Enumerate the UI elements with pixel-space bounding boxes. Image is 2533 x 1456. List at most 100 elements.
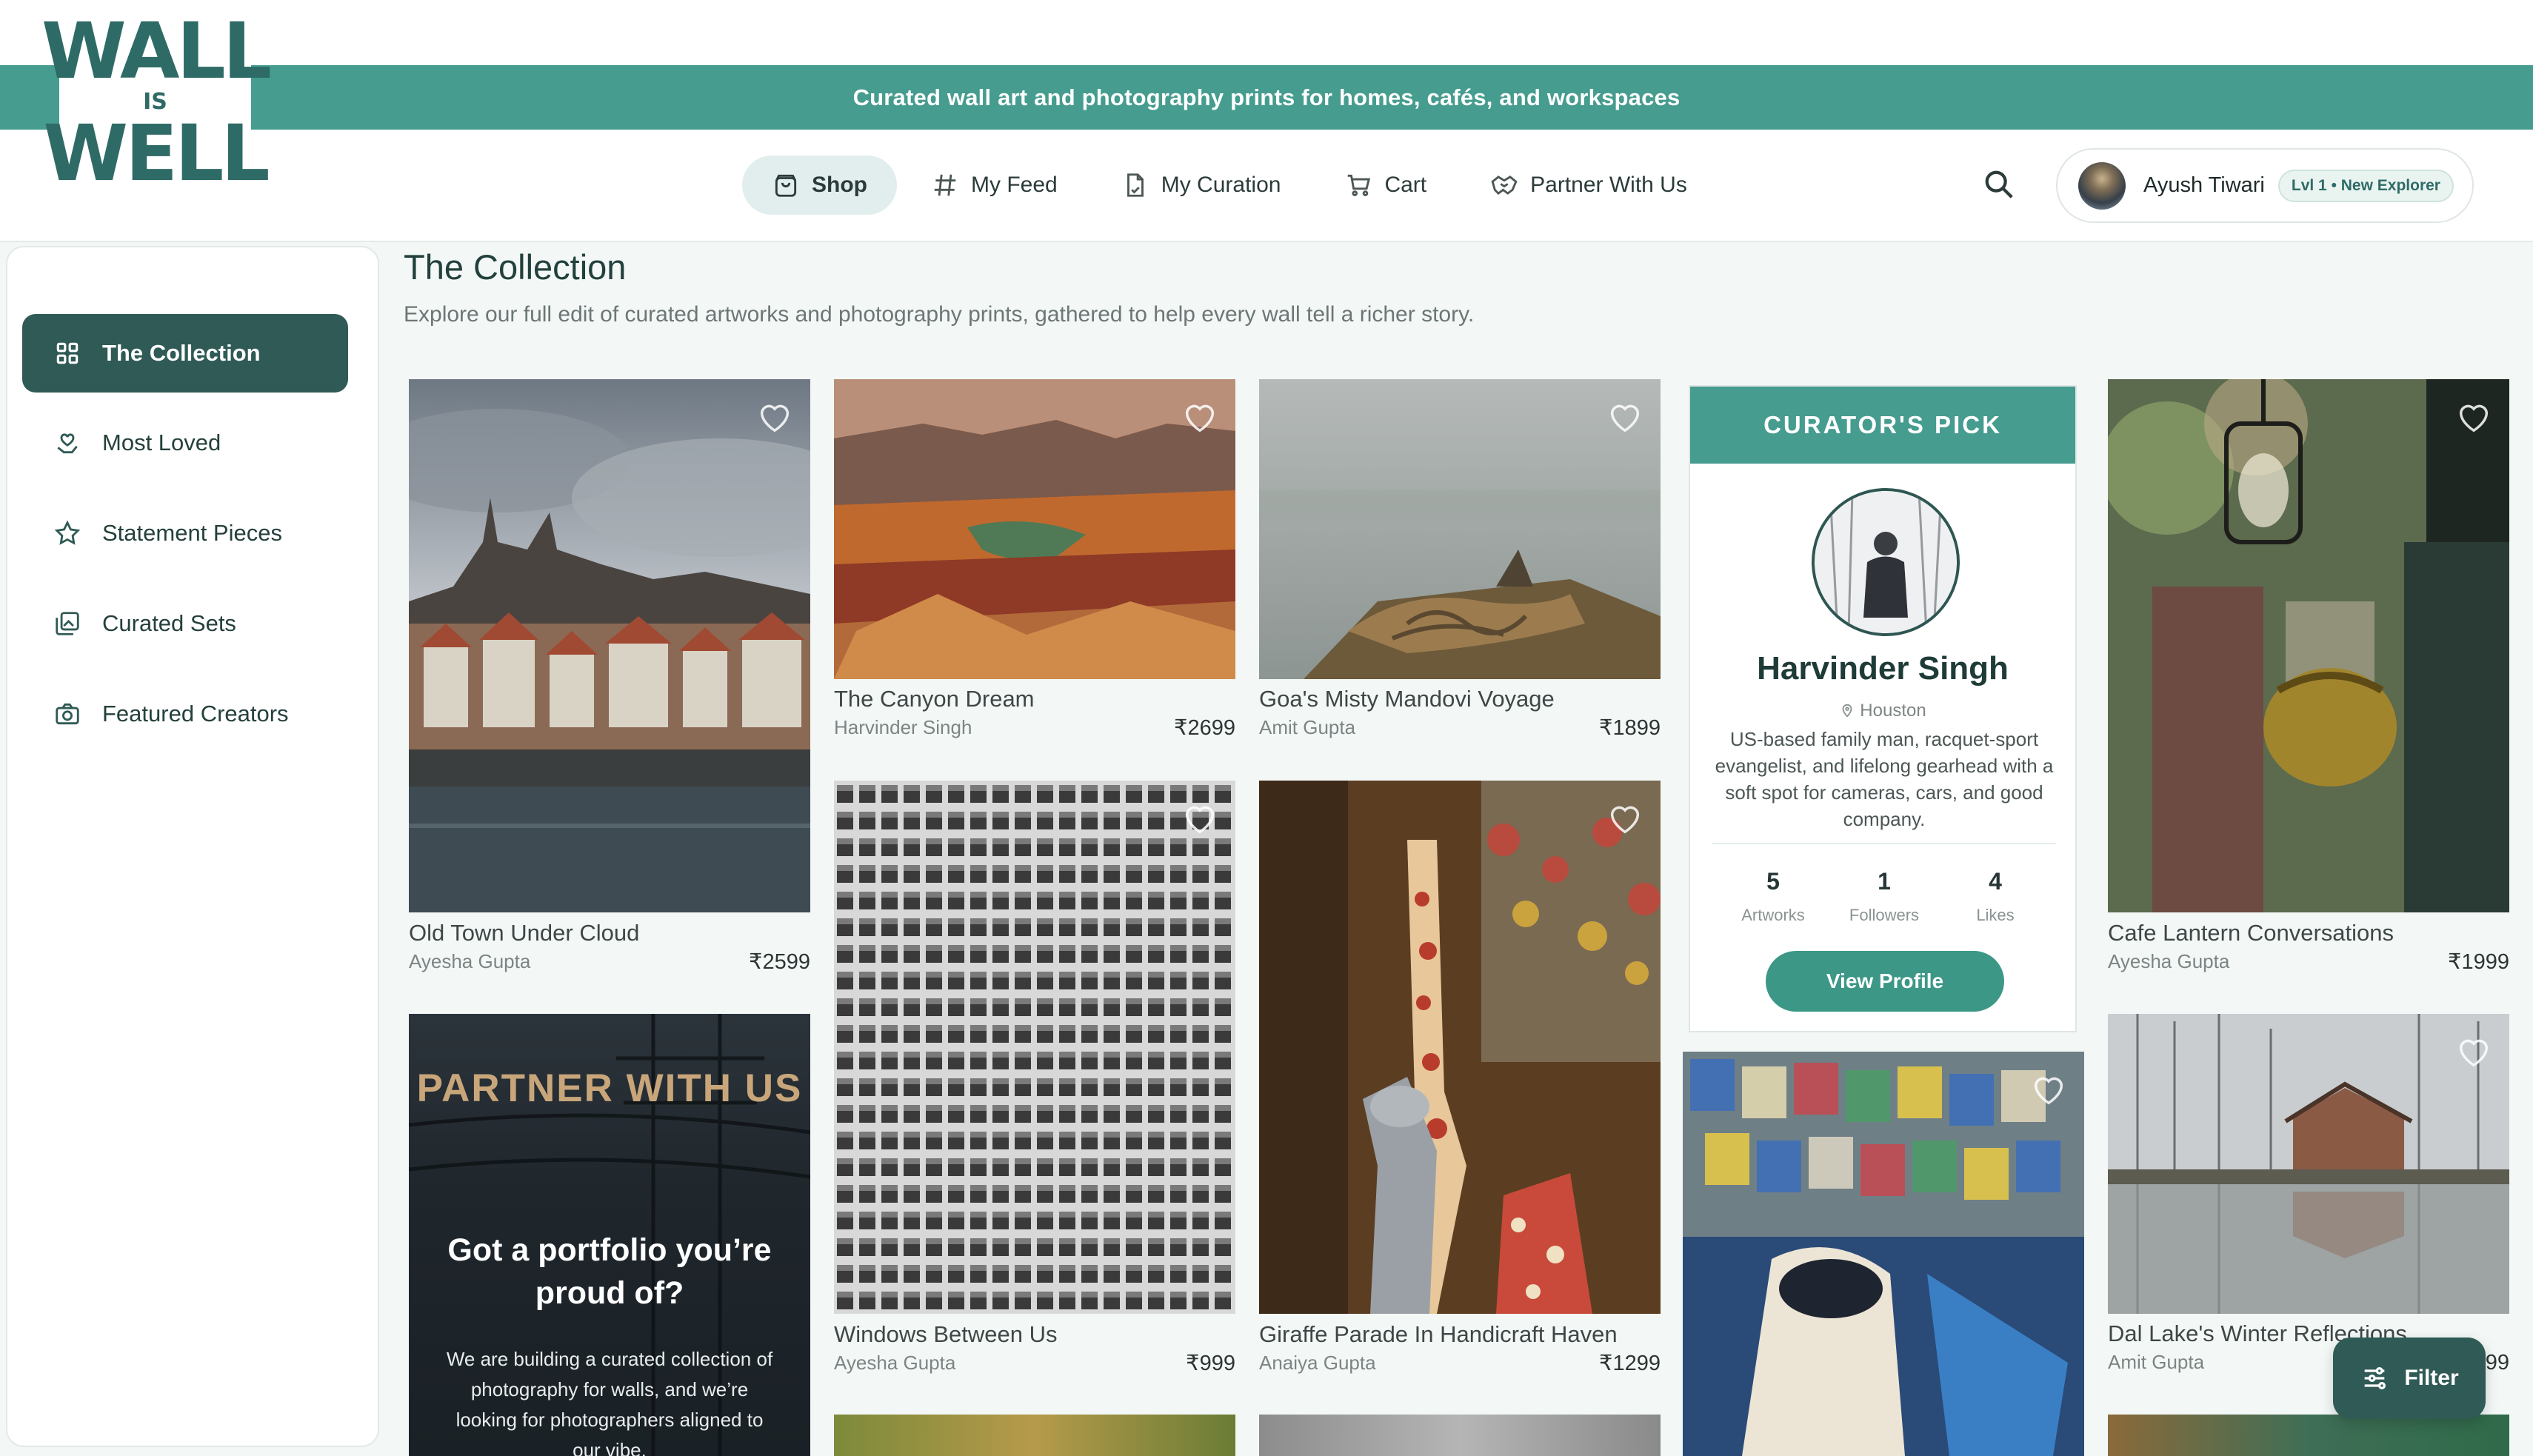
sidebar-item-label: Curated Sets bbox=[102, 610, 236, 636]
logo[interactable]: WALL IS WELL bbox=[41, 0, 272, 204]
logo-word-well: WELL bbox=[43, 107, 270, 198]
artwork-card[interactable]: Cafe Lantern Conversations Ayesha Gupta … bbox=[2108, 379, 2509, 979]
banner-text: Curated wall art and photography prints … bbox=[852, 84, 1681, 110]
artwork-price: ₹999 bbox=[1186, 1352, 1235, 1375]
sidebar-item-label: Statement Pieces bbox=[102, 520, 282, 546]
curator-photo bbox=[1815, 492, 1956, 632]
artwork-title: The Canyon Dream bbox=[834, 686, 1035, 712]
promo-banner: Curated wall art and photography prints … bbox=[0, 65, 2533, 130]
nav-label: Partner With Us bbox=[1530, 173, 1687, 197]
artwork-image[interactable] bbox=[834, 781, 1235, 1314]
curator-pick-heading: CURATOR'S PICK bbox=[1690, 387, 2075, 464]
nav-label: My Curation bbox=[1161, 173, 1281, 197]
shopping-bag-icon bbox=[775, 174, 797, 197]
nav-my-feed[interactable]: My Feed bbox=[901, 156, 1087, 215]
sidebar-item-most-loved[interactable]: Most Loved bbox=[22, 404, 394, 482]
camera-icon bbox=[56, 703, 79, 725]
artwork-card[interactable]: Giraffe Parade In Handicraft Haven Anaiy… bbox=[1259, 781, 1661, 1380]
artwork-author: Harvinder Singh bbox=[834, 716, 972, 738]
curator-pick-card: CURATOR'S PICK Harvinder Singh Houston U… bbox=[1689, 385, 2077, 1032]
divider bbox=[1712, 843, 2056, 844]
artwork-image[interactable] bbox=[834, 379, 1235, 679]
sidebar-item-the-collection[interactable]: The Collection bbox=[22, 314, 348, 393]
artwork-author: Amit Gupta bbox=[1259, 716, 1356, 738]
artwork-image[interactable] bbox=[1259, 379, 1661, 679]
artwork-image[interactable] bbox=[2108, 1415, 2509, 1456]
heart-icon[interactable] bbox=[2454, 1033, 2493, 1072]
mandovi-photo bbox=[1259, 379, 1661, 679]
stat-label: Likes bbox=[1976, 906, 2015, 924]
artwork-card[interactable] bbox=[834, 1415, 1235, 1456]
user-menu[interactable]: Ayush Tiwari Lvl 1 • New Explorer bbox=[2056, 148, 2474, 223]
filter-button[interactable]: Filter bbox=[2333, 1338, 2486, 1419]
search-icon[interactable] bbox=[1982, 167, 2016, 201]
windows-photo bbox=[834, 781, 1235, 1314]
artwork-image[interactable] bbox=[1259, 1415, 1661, 1456]
heart-icon[interactable] bbox=[2454, 398, 2493, 437]
artwork-image[interactable] bbox=[1683, 1052, 2084, 1456]
artwork-card[interactable]: The Canyon Dream Harvinder Singh ₹2699 bbox=[834, 379, 1235, 742]
prague-photo bbox=[409, 379, 810, 912]
nav-cart[interactable]: Cart bbox=[1315, 156, 1456, 215]
stat-likes: 4 Likes bbox=[1947, 868, 2043, 925]
stat-value: 5 bbox=[1766, 868, 1780, 895]
artwork-author: Ayesha Gupta bbox=[2108, 950, 2230, 972]
partner-card[interactable]: PARTNER WITH US Got a portfolio you’re p… bbox=[409, 1014, 810, 1456]
artwork-author: Amit Gupta bbox=[2108, 1351, 2205, 1373]
artwork-card[interactable] bbox=[1259, 1415, 1661, 1456]
level-badge: Lvl 1 • New Explorer bbox=[2277, 169, 2454, 202]
stat-value: 1 bbox=[1878, 868, 1891, 895]
artwork-image[interactable] bbox=[2108, 1014, 2509, 1314]
artwork-card[interactable] bbox=[2108, 1415, 2509, 1456]
sidebar-item-label: The Collection bbox=[102, 340, 261, 366]
stat-value: 4 bbox=[1989, 868, 2002, 895]
partner-heading: Got a portfolio you’re proud of? bbox=[447, 1232, 772, 1311]
artwork-image[interactable] bbox=[834, 1415, 1235, 1456]
dal-lake-photo bbox=[2108, 1014, 2509, 1314]
view-profile-button[interactable]: View Profile bbox=[1766, 951, 2004, 1012]
artwork-card[interactable]: Old Town Under Cloud Ayesha Gupta ₹2599 bbox=[409, 379, 810, 979]
artwork-card[interactable]: Dal Lake's Winter Reflections Amit Gupta… bbox=[2108, 1014, 2509, 1377]
app-root: Curated wall art and photography prints … bbox=[0, 0, 2533, 1456]
artwork-price: ₹1899 bbox=[1599, 716, 1661, 740]
sidebar-item-statement-pieces[interactable]: Statement Pieces bbox=[22, 494, 394, 572]
nav-partner[interactable]: Partner With Us bbox=[1461, 156, 1717, 215]
sidebar-item-label: Featured Creators bbox=[102, 701, 289, 727]
sidebar-item-curated-sets[interactable]: Curated Sets bbox=[22, 584, 394, 663]
lantern-photo bbox=[2108, 379, 2509, 912]
artwork-card[interactable]: Windows Between Us Ayesha Gupta ₹999 bbox=[834, 781, 1235, 1380]
curator-bio: US-based family man, racquet-sport evang… bbox=[1715, 728, 2054, 830]
sidebar-item-label: Most Loved bbox=[102, 430, 221, 455]
artwork-title: Windows Between Us bbox=[834, 1321, 1058, 1347]
artwork-price: ₹1999 bbox=[2448, 950, 2509, 974]
page-title: The Collection bbox=[404, 247, 627, 287]
partner-title: PARTNER WITH US bbox=[416, 1066, 803, 1110]
artwork-price: ₹2599 bbox=[749, 950, 810, 974]
artwork-image[interactable] bbox=[409, 379, 810, 912]
curator-location: Houston bbox=[1690, 701, 2075, 721]
top-strip bbox=[0, 0, 2533, 65]
gallery-icon bbox=[56, 612, 79, 635]
artwork-author: Ayesha Gupta bbox=[409, 950, 531, 972]
artwork-card[interactable]: Goa's Misty Mandovi Voyage Amit Gupta ₹1… bbox=[1259, 379, 1661, 742]
artwork-author: Ayesha Gupta bbox=[834, 1352, 956, 1374]
nav-my-curation[interactable]: My Curation bbox=[1092, 156, 1311, 215]
heart-hand-icon bbox=[57, 433, 78, 454]
artwork-card[interactable] bbox=[1683, 1052, 2084, 1456]
heart-icon[interactable] bbox=[2029, 1071, 2068, 1109]
artwork-image[interactable] bbox=[2108, 379, 2509, 912]
cart-icon bbox=[1348, 174, 1371, 196]
artwork-title: Cafe Lantern Conversations bbox=[2108, 920, 2394, 946]
curator-location-text: Houston bbox=[1860, 701, 1926, 721]
heart-icon[interactable] bbox=[755, 398, 794, 437]
stat-label: Artworks bbox=[1741, 906, 1805, 924]
sidebar-item-featured-creators[interactable]: Featured Creators bbox=[22, 675, 394, 753]
heart-icon[interactable] bbox=[1606, 800, 1644, 838]
heart-icon[interactable] bbox=[1181, 398, 1219, 437]
stat-label: Followers bbox=[1849, 906, 1920, 924]
heart-icon[interactable] bbox=[1606, 398, 1644, 437]
artwork-image[interactable] bbox=[1259, 781, 1661, 1314]
canyon-photo bbox=[834, 379, 1235, 679]
nav-shop[interactable]: Shop bbox=[742, 156, 897, 215]
heart-icon[interactable] bbox=[1181, 800, 1219, 838]
